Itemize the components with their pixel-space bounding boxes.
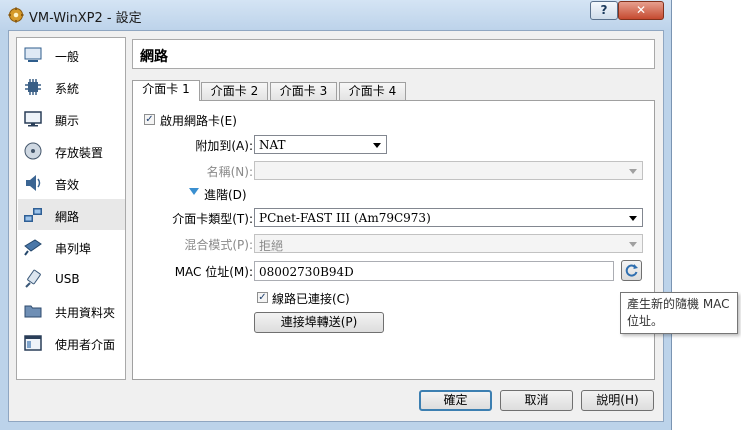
gear-icon xyxy=(8,7,24,23)
sidebar-item-label: 串列埠 xyxy=(55,242,92,256)
adapter-type-value: PCnet-FAST III (Am79C973) xyxy=(259,211,431,225)
serial-port-icon xyxy=(24,239,42,256)
sidebar-item-label: 網路 xyxy=(55,210,80,224)
generate-mac-tooltip: 產生新的隨機 MAC 位址。 xyxy=(620,292,738,334)
cable-connected-label: 線路已連接(C) xyxy=(272,292,350,306)
mac-address-value: 08002730B94D xyxy=(259,265,354,279)
attached-to-select[interactable]: NAT xyxy=(254,135,387,154)
adapter-type-label: 介面卡類型(T): xyxy=(172,212,253,226)
sidebar-item-label: 音效 xyxy=(55,178,80,192)
mac-address-input[interactable]: 08002730B94D xyxy=(254,261,614,281)
promiscuous-mode-select[interactable]: 拒絕 xyxy=(254,234,643,253)
ok-button[interactable]: 確定 xyxy=(419,390,492,411)
sidebar-item-label: 存放裝置 xyxy=(55,146,104,160)
display-monitor-icon xyxy=(24,111,42,127)
generate-mac-button[interactable] xyxy=(621,260,642,281)
sidebar-item-serial-port[interactable]: 串列埠 xyxy=(18,231,125,262)
title-help-button[interactable]: ? xyxy=(590,1,618,20)
sidebar-item-label: USB xyxy=(55,272,80,286)
chevron-down-icon xyxy=(629,242,637,247)
title-bar[interactable]: VM-WinXP2 - 設定 ? ✕ xyxy=(0,0,671,30)
attached-to-label: 附加到(A): xyxy=(195,139,253,153)
advanced-toggle[interactable]: 進階(D) xyxy=(189,185,279,202)
enable-adapter-label: 啟用網路卡(E) xyxy=(160,114,237,128)
sidebar-item-storage[interactable]: 存放裝置 xyxy=(18,135,125,166)
chevron-down-icon xyxy=(373,143,381,148)
page-title: 網路 xyxy=(140,49,168,65)
attached-to-value: NAT xyxy=(259,138,286,152)
network-icon xyxy=(24,208,42,222)
folder-icon xyxy=(24,305,42,318)
sidebar-item-general[interactable]: 一般 xyxy=(18,39,125,70)
speaker-icon xyxy=(26,175,41,191)
tab-adapter-1[interactable]: 介面卡 1 xyxy=(132,80,200,101)
sidebar-item-display[interactable]: 顯示 xyxy=(18,103,125,134)
chevron-down-icon xyxy=(629,216,637,221)
promiscuous-mode-value: 拒絕 xyxy=(259,239,284,253)
window-title: VM-WinXP2 - 設定 xyxy=(29,11,142,26)
sidebar-item-label: 顯示 xyxy=(55,114,80,128)
cable-connected-checkbox[interactable]: ✓ xyxy=(257,292,268,303)
sidebar-item-system[interactable]: 系統 xyxy=(18,71,125,102)
settings-sidebar: 一般 系統 顯示 存放裝置 音效 網路 串列埠 USB 共用資料夾 使用者介面 xyxy=(16,37,126,380)
refresh-icon xyxy=(625,264,638,277)
usb-icon xyxy=(25,269,41,288)
expand-triangle-icon xyxy=(189,188,199,195)
sidebar-item-audio[interactable]: 音效 xyxy=(18,167,125,198)
sidebar-item-user-interface[interactable]: 使用者介面 xyxy=(18,327,125,358)
help-button[interactable]: 說明(H) xyxy=(581,390,654,411)
tab-adapter-2[interactable]: 介面卡 2 xyxy=(201,82,268,100)
port-forwarding-button[interactable]: 連接埠轉送(P) xyxy=(254,312,384,333)
chevron-down-icon xyxy=(629,169,637,174)
name-select[interactable] xyxy=(254,161,643,180)
sidebar-item-shared-folders[interactable]: 共用資料夾 xyxy=(18,295,125,326)
sidebar-item-label: 系統 xyxy=(55,82,80,96)
tab-adapter-4[interactable]: 介面卡 4 xyxy=(339,82,406,100)
sidebar-item-label: 使用者介面 xyxy=(55,338,116,352)
sidebar-item-label: 共用資料夾 xyxy=(55,306,116,320)
system-chip-icon xyxy=(25,79,41,95)
cancel-button[interactable]: 取消 xyxy=(500,390,573,411)
mac-address-label: MAC 位址(M): xyxy=(174,265,253,279)
page-header: 網路 xyxy=(132,39,655,69)
adapter-type-select[interactable]: PCnet-FAST III (Am79C973) xyxy=(254,208,643,227)
sidebar-item-label: 一般 xyxy=(55,50,80,64)
tab-adapter-3[interactable]: 介面卡 3 xyxy=(270,82,337,100)
advanced-label: 進階(D) xyxy=(204,188,247,202)
storage-disk-icon xyxy=(24,142,42,160)
close-button[interactable]: ✕ xyxy=(618,1,664,20)
settings-window: VM-WinXP2 - 設定 ? ✕ 一般 系統 顯示 存放裝置 音效 網路 串… xyxy=(0,0,672,430)
adapter-settings-panel: ✓ 啟用網路卡(E) 附加到(A): NAT 名稱(N): 進階(D) 介面卡類… xyxy=(132,100,655,380)
general-icon xyxy=(24,47,42,62)
sidebar-item-usb[interactable]: USB xyxy=(18,263,125,294)
enable-adapter-checkbox[interactable]: ✓ xyxy=(144,114,155,125)
promiscuous-mode-label: 混合模式(P): xyxy=(184,238,253,252)
sidebar-item-network[interactable]: 網路 xyxy=(18,199,125,230)
user-interface-icon xyxy=(24,335,42,351)
name-label: 名稱(N): xyxy=(206,165,253,179)
dialog-body: 一般 系統 顯示 存放裝置 音效 網路 串列埠 USB 共用資料夾 使用者介面 … xyxy=(8,30,664,422)
